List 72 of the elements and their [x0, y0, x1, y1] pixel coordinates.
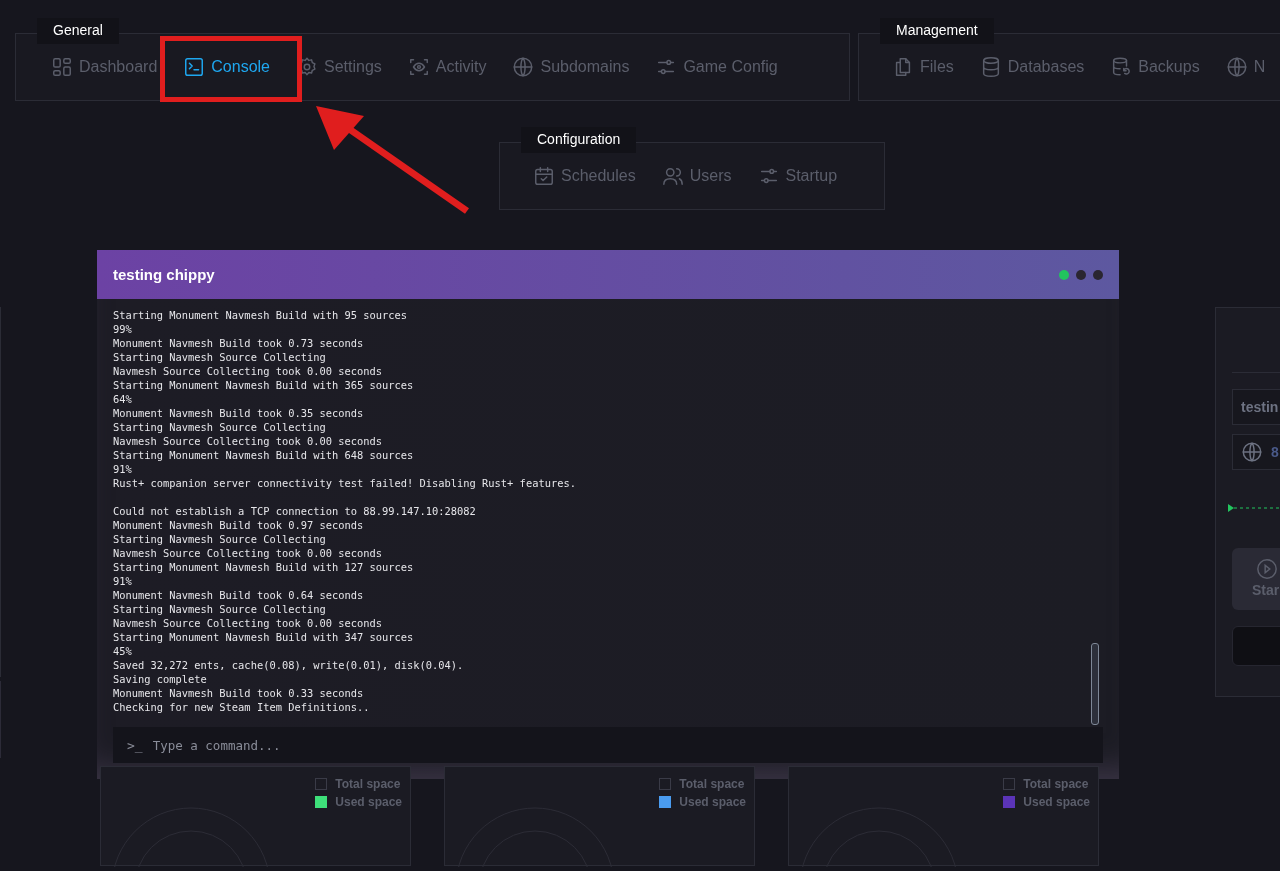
nav-tab[interactable]: Game Config	[642, 51, 791, 83]
log-line: Saving complete	[113, 672, 208, 686]
eye-icon	[407, 56, 430, 78]
log-line: Starting Monument Navmesh Build with 127 sources	[113, 560, 415, 574]
nav-tab[interactable]: Startup	[744, 160, 851, 192]
log-line: Rust+ companion server connectivity test failed! Disabling Rust+ features.	[113, 476, 577, 490]
legend-swatch	[315, 778, 328, 790]
log-line: Starting Navmesh Source Collecting	[113, 420, 327, 434]
database-restore-icon	[1110, 56, 1133, 78]
legend-label: Total space	[335, 777, 401, 791]
globe-icon	[1225, 56, 1248, 78]
command-bar[interactable]: >_ Type a command...	[113, 727, 1103, 763]
grid-icon	[51, 56, 73, 78]
log-line: Starting Navmesh Source Collecting	[113, 532, 327, 546]
log-line: Starting Monument Navmesh Build with 95 sources	[113, 308, 409, 322]
legend-swatch	[1003, 778, 1016, 790]
legend-label: Used space	[1023, 795, 1090, 809]
log-line: Monument Navmesh Build took 0.97 seconds	[113, 518, 365, 532]
nav-tab[interactable]: Databases	[966, 51, 1098, 83]
group-title: Management	[880, 18, 994, 44]
log-line: 64%	[113, 392, 133, 406]
globe-icon	[512, 56, 535, 78]
nav-tab[interactable]: Dashboard	[38, 51, 171, 83]
nav-tab[interactable]: Schedules	[520, 160, 649, 192]
legend-label: Used space	[335, 795, 402, 809]
scrollbar-thumb[interactable]	[1091, 643, 1099, 725]
log-line: Starting Monument Navmesh Build with 365 sources	[113, 378, 415, 392]
log-line: Navmesh Source Collecting took 0.00 seconds	[113, 546, 383, 560]
log-line: Checking for new Steam Item Definitions..	[113, 700, 371, 714]
nav-tab[interactable]: Backups	[1097, 51, 1213, 83]
log-line: Starting Monument Navmesh Build with 347 sources	[113, 630, 415, 644]
command-input[interactable]: Type a command...	[150, 736, 1089, 754]
log-line: Monument Navmesh Build took 0.35 seconds	[113, 406, 365, 420]
log-line: Saved 32,272 ents, cache(0.08), write(0.01), disk(0.04).	[113, 658, 465, 672]
nav-tab[interactable]: Subdomains	[499, 51, 643, 83]
console-title: testing chippy	[113, 266, 215, 283]
nav-tab[interactable]: Users	[648, 160, 745, 192]
log-line: Starting Navmesh Source Collecting	[113, 602, 327, 616]
nav-tab[interactable]: N	[1212, 51, 1279, 83]
legend-label: Used space	[679, 795, 746, 809]
legend-swatch	[659, 778, 672, 790]
log-line: Monument Navmesh Build took 0.33 seconds	[113, 686, 365, 700]
address-text: 8	[1271, 444, 1279, 460]
nav-tab[interactable]: Console	[170, 51, 283, 83]
nav-tab[interactable]: Files	[879, 51, 967, 83]
log-line: Navmesh Source Collecting took 0.00 seconds	[113, 434, 383, 448]
legend-label: Total space	[1023, 777, 1089, 791]
log-line: Monument Navmesh Build took 0.64 seconds	[113, 588, 365, 602]
calendar-icon	[533, 165, 555, 187]
log-line: 91%	[113, 574, 133, 588]
nav-tab[interactable]: Activity	[394, 51, 500, 83]
legend-label: Total space	[679, 777, 745, 791]
log-line: Starting Monument Navmesh Build with 648 sources	[113, 448, 415, 462]
users-icon	[661, 165, 684, 187]
log-line: Could not establish a TCP connection to 88.99.147.10:28082	[113, 504, 477, 518]
globe-icon	[1241, 441, 1263, 463]
server-address-field[interactable]: 8	[1232, 434, 1280, 470]
log-line: Monument Navmesh Build took 0.73 seconds	[113, 336, 365, 350]
nav-tab[interactable]: Settings	[283, 51, 395, 83]
log-line: Navmesh Source Collecting took 0.00 seconds	[113, 364, 383, 378]
dashed-line-drawing	[1228, 503, 1280, 513]
prompt-icon: >_	[127, 737, 143, 753]
server-name-field[interactable]: testin	[1232, 389, 1280, 425]
log-line: 45%	[113, 644, 133, 658]
log-line: 91%	[113, 462, 133, 476]
terminal-icon	[183, 56, 206, 78]
group-title: General	[37, 18, 119, 44]
log-line: Navmesh Source Collecting took 0.00 seconds	[113, 616, 383, 630]
log-line: 99%	[113, 322, 133, 336]
group-title: Configuration	[521, 127, 637, 153]
play-icon	[1256, 558, 1278, 580]
log-line: Starting Navmesh Source Collecting	[113, 350, 327, 364]
